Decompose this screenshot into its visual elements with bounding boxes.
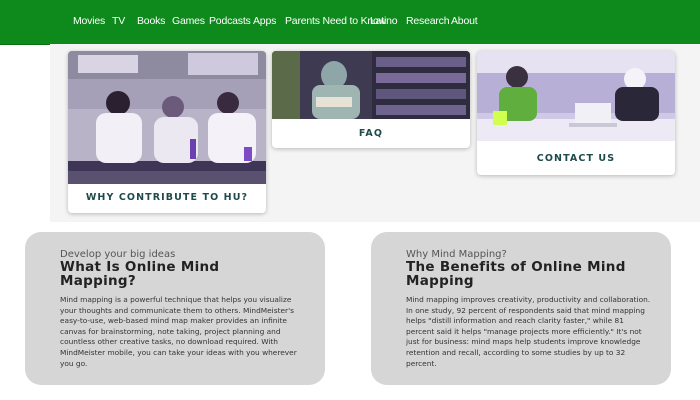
students-in-laboratory-photo (68, 51, 266, 184)
nav-item-books[interactable]: Books (137, 15, 165, 27)
top-nav-bar: Movies TV Books Games Podcasts Apps Pare… (0, 0, 700, 45)
card-title-faq: FAQ (358, 128, 384, 139)
section-body: Mind mapping improves creativity, produc… (406, 295, 651, 368)
nav-item-podcasts[interactable]: Podcasts (209, 15, 251, 27)
nav-item-apps[interactable]: Apps (253, 15, 276, 27)
nav-item-movies[interactable]: Movies (73, 15, 105, 27)
section-heading: The Benefits of Online Mind Mapping (406, 259, 626, 289)
nav-item-games[interactable]: Games (172, 15, 205, 27)
nav-item-latino[interactable]: Latino (370, 15, 398, 27)
card-title-contact-us: CONTACT US (536, 153, 616, 164)
card-title-why-contribute: WHY CONTRIBUTE TO HU? (85, 192, 249, 203)
section-body: Mind mapping is a powerful technique tha… (60, 295, 297, 368)
mind-mapping-intro-box: Develop your big ideas What Is Online Mi… (25, 232, 325, 385)
section-heading: What Is Online Mind Mapping? (60, 259, 220, 289)
mind-mapping-benefits-box: Why Mind Mapping? The Benefits of Online… (371, 232, 671, 385)
student-reading-in-library-photo (272, 51, 470, 119)
nav-item-research[interactable]: Research (406, 15, 450, 27)
faq-card[interactable]: FAQ (272, 51, 470, 148)
contact-us-card[interactable]: CONTACT US (477, 51, 675, 175)
nav-item-tv[interactable]: TV (112, 15, 125, 27)
nav-item-about[interactable]: About (451, 15, 478, 27)
students-at-laptops-photo (477, 51, 675, 141)
why-contribute-card[interactable]: WHY CONTRIBUTE TO HU? (68, 51, 266, 213)
